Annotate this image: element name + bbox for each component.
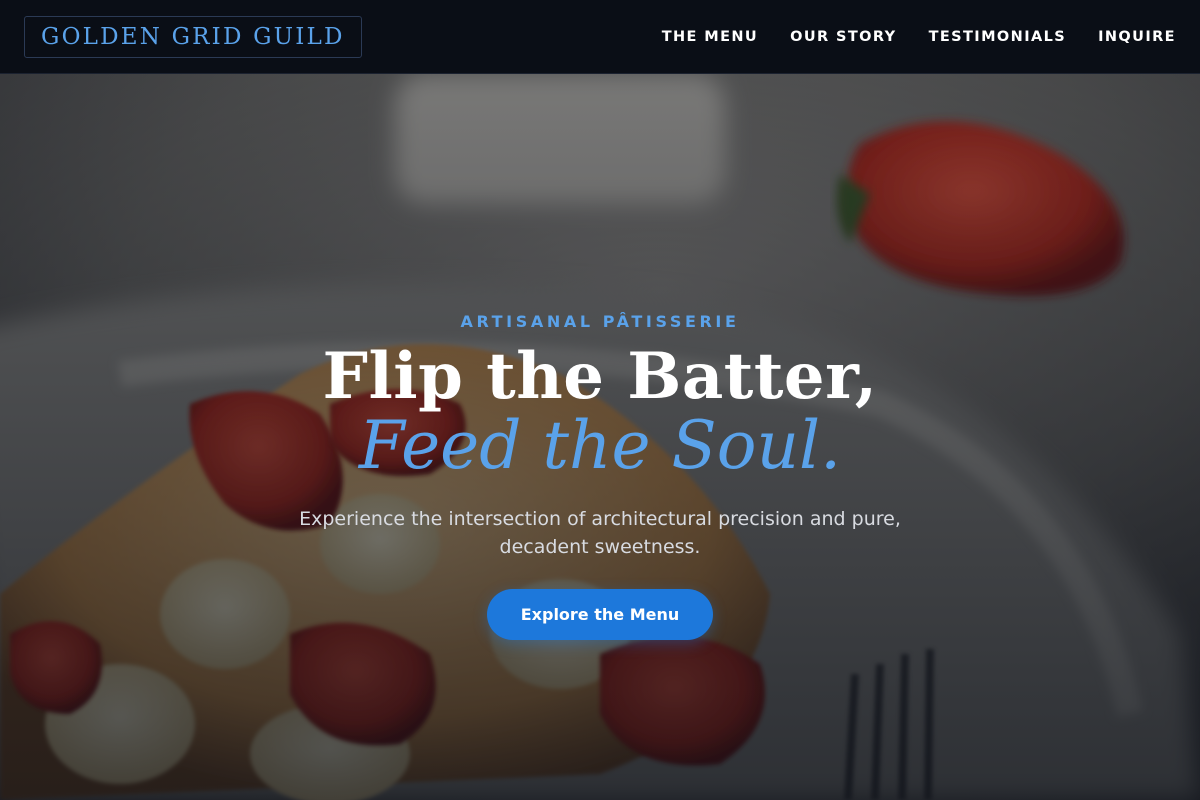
nav-link-the-menu[interactable]: THE MENU — [662, 29, 758, 45]
hero-headline-line1: Flip the Batter, — [322, 339, 878, 414]
hero-headline-line2: Feed the Soul. — [358, 407, 842, 485]
main-menu: THE MENU OUR STORY TESTIMONIALS INQUIRE — [662, 29, 1176, 45]
hero-section: ARTISANAL PÂTISSERIE Flip the Batter, Fe… — [0, 74, 1200, 800]
site-logo[interactable]: GOLDEN GRID GUILD — [24, 15, 362, 58]
hero-content: ARTISANAL PÂTISSERIE Flip the Batter, Fe… — [0, 74, 1200, 800]
explore-menu-button[interactable]: Explore the Menu — [487, 588, 713, 640]
hero-eyebrow: ARTISANAL PÂTISSERIE — [460, 312, 740, 331]
hero-subtitle: Experience the intersection of architect… — [299, 507, 901, 558]
nav-link-testimonials[interactable]: TESTIMONIALS — [929, 29, 1067, 45]
top-nav: GOLDEN GRID GUILD THE MENU OUR STORY TES… — [0, 0, 1200, 74]
nav-link-inquire[interactable]: INQUIRE — [1098, 29, 1176, 45]
nav-link-our-story[interactable]: OUR STORY — [790, 29, 896, 45]
